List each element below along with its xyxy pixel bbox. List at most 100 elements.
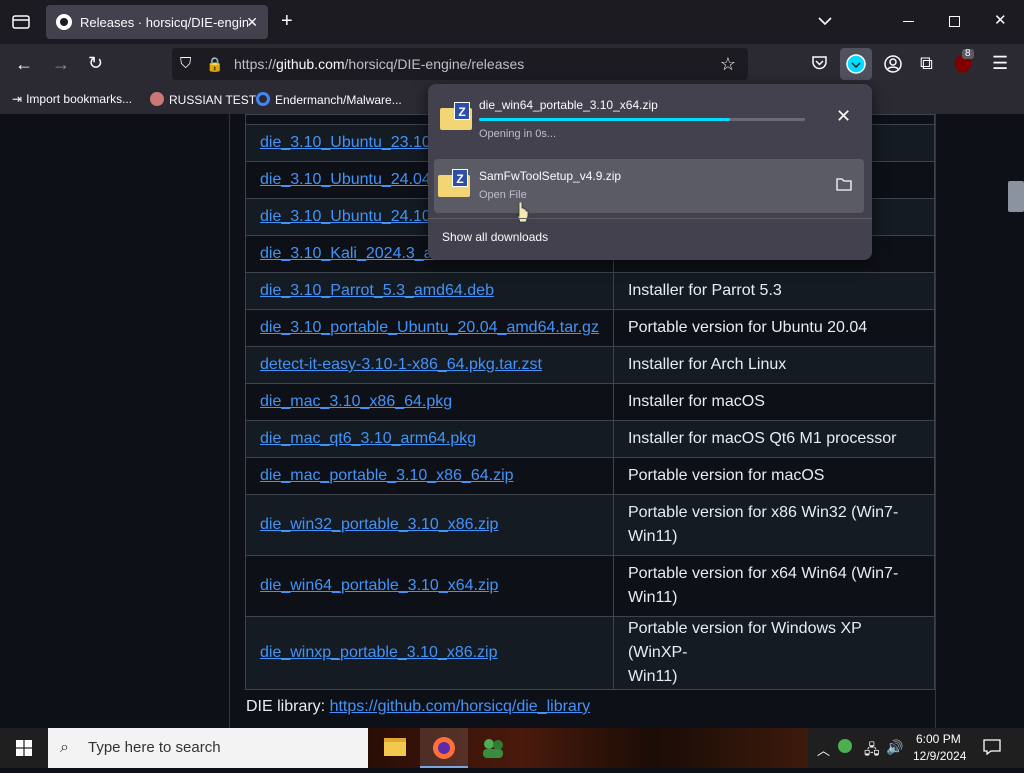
url-bar[interactable]: ⛉ 🔒 https://github.com/horsicq/DIE-engin… bbox=[172, 48, 748, 80]
bookmark-import[interactable]: ⇥ Import bookmarks... bbox=[12, 92, 132, 106]
table-row: die_win64_portable_3.10_x64.zip Portable … bbox=[245, 555, 935, 617]
library-link[interactable]: https://github.com/horsicq/die_library bbox=[330, 698, 591, 715]
ublock-icon[interactable]: 8 bbox=[954, 49, 974, 78]
tab-strip: Releases · horsicq/DIE-engine ✕ + ✕ bbox=[0, 0, 1024, 44]
windows-start-icon[interactable] bbox=[16, 740, 32, 761]
minimize-icon[interactable] bbox=[903, 21, 914, 22]
navigation-bar: ← → ↻ ⛉ 🔒 https://github.com/horsicq/DIE… bbox=[0, 44, 1024, 84]
extensions-icon[interactable]: ⧉ bbox=[920, 54, 933, 72]
clock-time[interactable]: 6:00 PM bbox=[916, 732, 961, 746]
chevron-down-icon[interactable] bbox=[818, 14, 832, 30]
desc-line: Win11) bbox=[627, 589, 678, 606]
forward-arrow-icon[interactable]: → bbox=[52, 55, 70, 73]
asset-description: Portable version for Windows XP (WinXP- W… bbox=[612, 616, 935, 690]
close-icon[interactable]: ✕ bbox=[246, 14, 258, 31]
tray-app-icon[interactable] bbox=[838, 739, 852, 753]
download-status: Opening in 0s... bbox=[479, 128, 557, 140]
asset-link[interactable]: die_3.10_portable_Ubuntu_20.04_amd64.tar… bbox=[245, 309, 614, 347]
url-path: /horsicq/DIE-engine/releases bbox=[344, 56, 525, 72]
back-arrow-icon[interactable]: ← bbox=[15, 55, 33, 73]
desc-line: Portable version for x86 Win32 (Win7- bbox=[627, 504, 899, 521]
bookmark-label: Import bookmarks... bbox=[26, 92, 133, 106]
table-row: die_3.10_Parrot_5.3_amd64.deb Installer f… bbox=[245, 272, 935, 310]
people-app-icon[interactable] bbox=[480, 738, 506, 763]
table-row: die_winxp_portable_3.10_x86.zip Portable … bbox=[245, 616, 935, 690]
asset-link[interactable]: die_3.10_Parrot_5.3_amd64.deb bbox=[245, 272, 614, 310]
asset-link[interactable]: die_mac_3.10_x86_64.pkg bbox=[245, 383, 614, 421]
desc-line: Win11) bbox=[627, 528, 678, 545]
show-all-downloads[interactable]: Show all downloads bbox=[442, 230, 548, 244]
pocket-icon[interactable] bbox=[811, 55, 828, 75]
volume-icon[interactable]: 🔊 bbox=[886, 739, 903, 756]
asset-description: Installer for Arch Linux bbox=[612, 346, 935, 384]
search-icon: ⌕ bbox=[60, 739, 69, 756]
windows-taskbar: ⌕ Type here to search ︿ 🖧 🔊 6:00 PM 12/9… bbox=[0, 728, 1024, 768]
table-row: die_3.10_portable_Ubuntu_20.04_amd64.tar… bbox=[245, 309, 935, 347]
clock-date[interactable]: 12/9/2024 bbox=[913, 749, 966, 763]
right-divider bbox=[935, 114, 936, 728]
asset-description: Installer for macOS Qt6 M1 processor bbox=[612, 420, 935, 458]
download-filename: die_win64_portable_3.10_x64.zip bbox=[479, 98, 658, 112]
download-item[interactable]: Z SamFwToolSetup_v4.9.zip Open File bbox=[434, 159, 864, 213]
asset-link[interactable]: die_mac_qt6_3.10_arm64.pkg bbox=[245, 420, 614, 458]
google-icon bbox=[256, 92, 270, 106]
asset-description: Installer for macOS bbox=[612, 383, 935, 421]
desc-line: Portable version for Windows XP (WinXP- bbox=[627, 620, 862, 661]
download-filename: SamFwToolSetup_v4.9.zip bbox=[479, 169, 622, 183]
download-status: Open File bbox=[479, 189, 527, 201]
lock-icon[interactable]: 🔒 bbox=[206, 48, 223, 80]
asset-description: Portable version for x64 Win64 (Win7- Win… bbox=[612, 555, 935, 617]
downloads-icon[interactable] bbox=[840, 48, 872, 80]
zip-file-icon: Z bbox=[438, 169, 472, 197]
firefox-icon[interactable] bbox=[420, 728, 468, 768]
account-icon[interactable] bbox=[884, 55, 902, 77]
asset-link[interactable]: die_win32_portable_3.10_x86.zip bbox=[245, 494, 614, 556]
chevron-up-icon[interactable]: ︿ bbox=[817, 740, 830, 759]
bookmark-label: RUSSIAN TEST bbox=[169, 93, 257, 107]
left-divider bbox=[229, 114, 230, 728]
github-favicon-icon bbox=[56, 14, 72, 30]
maximize-icon[interactable] bbox=[949, 16, 960, 27]
reload-icon[interactable]: ↻ bbox=[88, 54, 103, 72]
shield-icon[interactable]: ⛉ bbox=[180, 48, 191, 80]
tab-title: Releases · horsicq/DIE-engine bbox=[80, 14, 248, 30]
asset-link[interactable]: die_winxp_portable_3.10_x86.zip bbox=[245, 616, 614, 690]
library-label: DIE library: bbox=[246, 698, 330, 715]
menu-icon[interactable]: ☰ bbox=[992, 54, 1008, 72]
table-row: die_mac_3.10_x86_64.pkg Installer for mac… bbox=[245, 383, 935, 421]
plus-icon[interactable]: + bbox=[281, 11, 293, 31]
asset-link[interactable]: die_mac_portable_3.10_x86_64.zip bbox=[245, 457, 614, 495]
search-placeholder: Type here to search bbox=[88, 739, 221, 756]
download-progress-bar bbox=[479, 118, 805, 121]
cancel-icon[interactable]: ✕ bbox=[836, 106, 851, 127]
folder-icon[interactable] bbox=[836, 177, 852, 196]
desc-line: Portable version for x64 Win64 (Win7- bbox=[627, 565, 899, 582]
zip-file-icon: Z bbox=[440, 102, 474, 130]
desc-line: Win11) bbox=[627, 668, 678, 685]
taskbar-search[interactable]: ⌕ Type here to search bbox=[48, 728, 368, 768]
asset-link[interactable]: detect-it-easy-3.10-1-x86_64.pkg.tar.zst bbox=[245, 346, 614, 384]
table-row: detect-it-easy-3.10-1-x86_64.pkg.tar.zst… bbox=[245, 346, 935, 384]
downloads-divider bbox=[428, 218, 872, 219]
asset-link[interactable]: die_win64_portable_3.10_x64.zip bbox=[245, 555, 614, 617]
bookmark-label: Endermanch/Malware... bbox=[275, 93, 402, 107]
bookmark-russian-test[interactable]: RUSSIAN TEST bbox=[150, 92, 256, 107]
download-item[interactable]: Z die_win64_portable_3.10_x64.zip Openin… bbox=[434, 90, 864, 144]
star-icon[interactable]: ☆ bbox=[720, 48, 736, 80]
asset-description: Installer for Parrot 5.3 bbox=[612, 272, 935, 310]
file-explorer-icon[interactable] bbox=[384, 738, 406, 756]
url-host: github.com bbox=[276, 56, 345, 72]
table-row: die_mac_qt6_3.10_arm64.pkg Installer for … bbox=[245, 420, 935, 458]
network-icon[interactable]: 🖧 bbox=[864, 739, 880, 763]
notifications-icon[interactable] bbox=[983, 739, 1001, 758]
extension-badge: 8 bbox=[962, 49, 974, 59]
import-icon: ⇥ bbox=[12, 92, 23, 106]
table-row: die_mac_portable_3.10_x86_64.zip Portable… bbox=[245, 457, 935, 495]
asset-description: Portable version for macOS bbox=[612, 457, 935, 495]
scrollbar-thumb[interactable] bbox=[1008, 181, 1024, 212]
downloads-panel: Z die_win64_portable_3.10_x64.zip Openin… bbox=[428, 84, 872, 260]
tab-releases[interactable]: Releases · horsicq/DIE-engine ✕ bbox=[46, 5, 268, 39]
bookmark-endermanch[interactable]: Endermanch/Malware... bbox=[256, 92, 402, 107]
tab-list-icon[interactable] bbox=[12, 13, 30, 33]
window-close-icon[interactable]: ✕ bbox=[994, 13, 1007, 28]
